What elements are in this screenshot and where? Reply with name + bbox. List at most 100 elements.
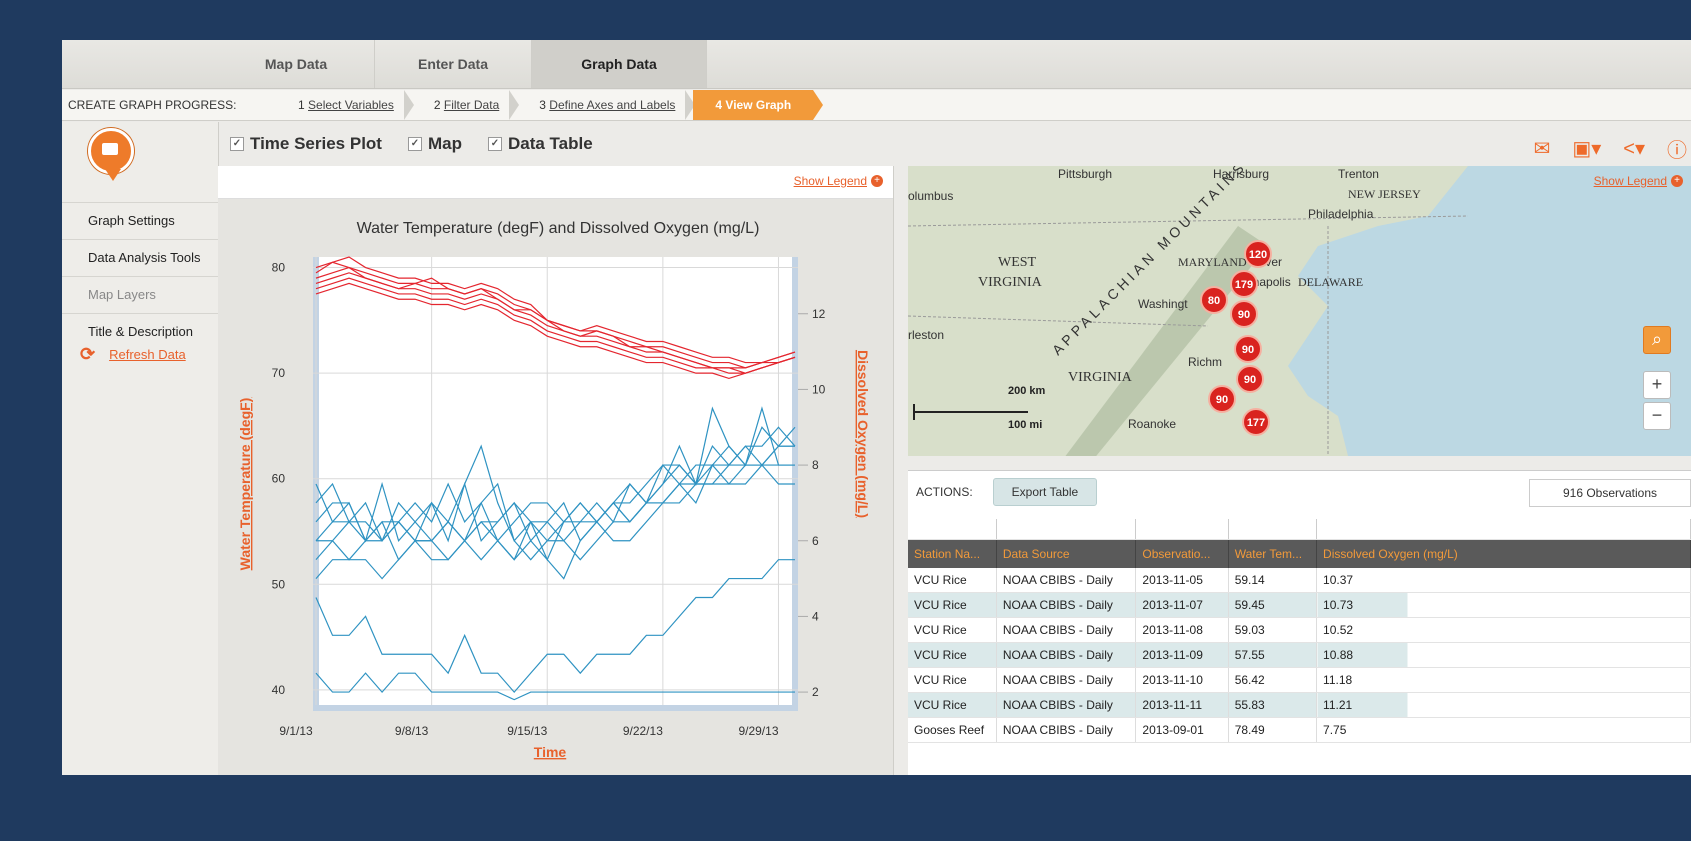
map-place-label: NEW JERSEY xyxy=(1348,187,1421,201)
table-cell: NOAA CBIBS - Daily xyxy=(996,692,1137,718)
step-view-graph[interactable]: 4 View Graph xyxy=(693,90,824,120)
toggle-label: Time Series Plot xyxy=(250,134,382,153)
table-cell: 10.37 xyxy=(1316,568,1691,593)
chart-title: Water Temperature (degF) and Dissolved O… xyxy=(357,220,760,237)
app-window: Map Data Enter Data Graph Data CREATE GR… xyxy=(62,40,1691,775)
x-axis-band xyxy=(313,705,798,711)
show-legend-link[interactable]: Show Legend + xyxy=(794,174,883,188)
zoom-out-button[interactable]: − xyxy=(1643,402,1671,430)
table-cell: NOAA CBIBS - Daily xyxy=(996,568,1137,593)
refresh-icon: ⟳ xyxy=(80,344,96,364)
table-cell: VCU Rice xyxy=(908,642,997,668)
time-series-chart: 9/1/13 9/8/13 9/15/13 9/22/13 9/29/13 40 50 60 7… xyxy=(237,220,871,760)
sidebar-menu: Graph Settings Data Analysis Tools Map L… xyxy=(62,202,218,350)
step-label: Select Variables xyxy=(308,98,394,112)
col-source[interactable]: Data Source xyxy=(996,539,1137,568)
progress-label: CREATE GRAPH PROGRESS: xyxy=(68,98,237,112)
map-place-label: olumbus xyxy=(908,189,953,203)
map-place-label: Washingt xyxy=(1138,297,1188,311)
plus-icon: + xyxy=(1671,175,1683,187)
refresh-data-link[interactable]: ⟳ Refresh Data xyxy=(80,344,186,365)
table-row[interactable]: VCU Rice NOAA CBIBS - Daily 2013-11-07 59.4… xyxy=(908,592,1691,618)
tab-enter-data[interactable]: Enter Data xyxy=(375,40,532,88)
chart-panel-header: Show Legend + xyxy=(218,166,893,199)
step-label: Define Axes and Labels xyxy=(549,98,676,112)
step-define-axes[interactable]: 3 Define Axes and Labels xyxy=(517,90,696,120)
info-icon[interactable]: ⓘ xyxy=(1667,134,1687,163)
toggle-label: Map xyxy=(427,134,462,153)
map-place-label: Roanoke xyxy=(1128,417,1176,431)
checkbox-checked-icon: ✓ xyxy=(487,137,502,151)
table-cell: 2013-09-01 xyxy=(1135,717,1229,743)
save-icon[interactable]: ▣▾ xyxy=(1572,136,1601,161)
show-legend-label: Show Legend xyxy=(793,174,867,188)
sidebar-item-graph-settings[interactable]: Graph Settings xyxy=(62,202,218,239)
map-search-icon[interactable]: ⌕ xyxy=(1643,326,1671,354)
step-number: 3 xyxy=(539,98,546,112)
table-cell: 10.73 xyxy=(1316,592,1691,618)
table-cell: 59.45 xyxy=(1228,592,1318,618)
table-cell: 2013-11-07 xyxy=(1135,592,1229,618)
table-cell: NOAA CBIBS - Daily xyxy=(996,617,1137,643)
y-tick-label: 70 xyxy=(272,366,286,380)
step-number: 4 xyxy=(715,98,723,112)
table-row[interactable]: VCU Rice NOAA CBIBS - Daily 2013-11-09 57.5… xyxy=(908,642,1691,668)
map-place-label: VIRGINIA xyxy=(1068,370,1133,385)
y2-axis-label: Dissolved Oxygen (mg/L) xyxy=(855,350,871,518)
y2-tick-label: 12 xyxy=(812,307,826,321)
actions-label: ACTIONS: xyxy=(916,485,973,499)
toggle-time-series[interactable]: ✓ Time Series Plot xyxy=(230,134,382,154)
table-row[interactable]: VCU Rice NOAA CBIBS - Daily 2013-11-08 59.0… xyxy=(908,617,1691,643)
table-row[interactable]: VCU Rice NOAA CBIBS - Daily 2013-11-11 55.8… xyxy=(908,692,1691,718)
tab-map-data[interactable]: Map Data xyxy=(218,40,375,88)
map-place-label: VIRGINIA xyxy=(978,275,1043,290)
table-cell: NOAA CBIBS - Daily xyxy=(996,717,1137,743)
table-row[interactable]: Gooses Reef NOAA CBIBS - Daily 2013-09-01 7… xyxy=(908,717,1691,743)
table-cell: 7.75 xyxy=(1316,717,1691,743)
table-row[interactable]: VCU Rice NOAA CBIBS - Daily 2013-11-05 59.1… xyxy=(908,568,1691,593)
table-cell: 2013-11-05 xyxy=(1135,568,1229,593)
step-number: 2 xyxy=(433,98,441,112)
table-cell: 2013-11-10 xyxy=(1135,667,1229,693)
y2-tick-label: 2 xyxy=(812,685,819,699)
map-panel[interactable]: Pittsburgh Harrisburg Trenton NEW JERSEY Phi… xyxy=(908,166,1691,456)
col-dissolved-oxygen[interactable]: Dissolved Oxygen (mg/L) xyxy=(1316,539,1691,568)
export-table-button[interactable]: Export Table xyxy=(992,478,1098,506)
table-row[interactable]: VCU Rice NOAA CBIBS - Daily 2013-11-10 56.4… xyxy=(908,667,1691,693)
tab-graph-data[interactable]: Graph Data xyxy=(532,40,707,88)
share-icon[interactable]: <▾ xyxy=(1623,136,1645,161)
cluster-count: 90 xyxy=(1242,344,1254,356)
map-canvas[interactable]: Pittsburgh Harrisburg TrentonNEW JERSEYPhi… xyxy=(908,166,1691,456)
checkbox-checked-icon: ✓ xyxy=(230,137,244,151)
table-cell: NOAA CBIBS - Daily xyxy=(996,642,1137,668)
col-station[interactable]: Station Na... xyxy=(908,539,997,568)
zoom-in-button[interactable]: + xyxy=(1643,371,1671,399)
cluster-count: 90 xyxy=(1244,374,1256,386)
map-place-label: Trenton xyxy=(1338,167,1379,181)
col-water-temp[interactable]: Water Tem... xyxy=(1228,539,1318,568)
table-cell: VCU Rice xyxy=(908,667,997,693)
table-cell: Gooses Reef xyxy=(908,717,997,743)
table-cell: 56.42 xyxy=(1228,667,1318,693)
table-actions: ACTIONS: Export Table 916 Observations xyxy=(908,471,1691,513)
show-legend-label: Show Legend xyxy=(1593,174,1667,188)
sidebar-item-map-layers[interactable]: Map Layers xyxy=(62,276,218,313)
map-show-legend-link[interactable]: Show Legend + xyxy=(1594,174,1683,188)
email-icon[interactable]: ✉ xyxy=(1534,136,1551,161)
table-cell: 10.52 xyxy=(1316,617,1691,643)
step-label: View Graph xyxy=(725,98,792,112)
table-cell: VCU Rice xyxy=(908,617,997,643)
toggle-map[interactable]: ✓ Map xyxy=(407,134,462,154)
x-tick-label: 9/1/13 xyxy=(279,724,313,738)
table-cell: 55.83 xyxy=(1228,692,1318,718)
toggle-data-table[interactable]: ✓ Data Table xyxy=(487,134,593,154)
col-observation[interactable]: Observatio... xyxy=(1135,539,1229,568)
step-select-variables[interactable]: 1 Select Variables xyxy=(276,90,414,120)
sidebar-item-data-analysis-tools[interactable]: Data Analysis Tools xyxy=(62,239,218,276)
table-cell: 78.49 xyxy=(1228,717,1318,743)
map-place-label: DELAWARE xyxy=(1298,275,1363,289)
y2-tick-label: 10 xyxy=(812,382,826,396)
table-header: Station Na... Data Source Observatio... … xyxy=(908,539,1691,568)
cluster-count: 177 xyxy=(1247,417,1265,429)
step-filter-data[interactable]: 2 Filter Data xyxy=(412,90,520,120)
